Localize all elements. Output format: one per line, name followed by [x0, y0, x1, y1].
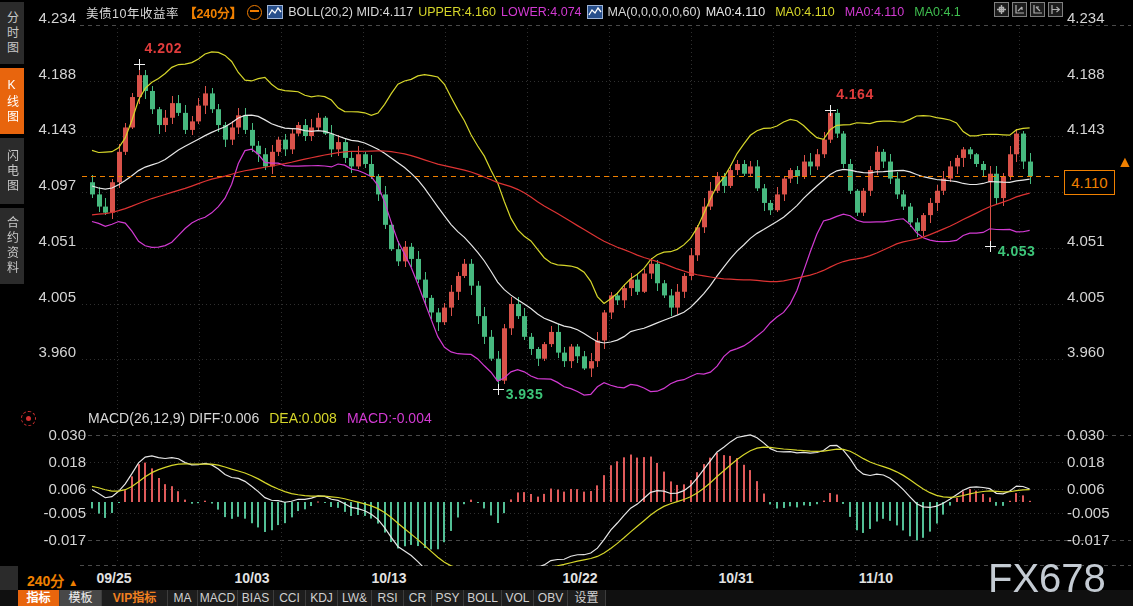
tab-KDJ[interactable]: KDJ [306, 590, 338, 606]
tab-BIAS[interactable]: BIAS [238, 590, 274, 606]
tab-RSI[interactable]: RSI [372, 590, 404, 606]
macd-panel-icon[interactable] [21, 411, 36, 426]
date-label: 10/13 [371, 570, 406, 586]
boll-lower-value: LOWER:4.074 [501, 5, 582, 19]
tab-LW&[interactable]: LW& [338, 590, 372, 606]
macd-label-right: 0.006 [1067, 481, 1113, 496]
macd-label-left: 0.006 [30, 481, 86, 496]
dea-value: DEA:0.008 [269, 410, 337, 426]
price-label-right: 4.143 [1067, 121, 1113, 136]
tab-MACD[interactable]: MACD [198, 590, 238, 606]
tab-VOL[interactable]: VOL [502, 590, 534, 606]
macd-value: MACD:-0.004 [347, 410, 432, 426]
tab-OBV[interactable]: OBV [534, 590, 568, 606]
ma-value: MA0:4.1 [914, 5, 961, 19]
price-marker-triangle[interactable]: ▲ [1117, 153, 1133, 171]
indicator-tabs: 指标模板VIP指标MAMACDBIASCCIKDJLW&RSICRPSYBOLL… [0, 590, 1133, 606]
macd-params: MACD(26,12,9) DIFF:0.006 [88, 410, 259, 426]
date-label: 11/10 [859, 570, 893, 586]
indicator-toolbar: 美债10年收益率 【240分】 BOLL(20,2) MID:4.117 UPP… [86, 3, 961, 21]
date-label: 10/31 [718, 570, 753, 586]
price-label-left: 4.097 [30, 177, 76, 192]
macd-label-left: 0.018 [30, 454, 86, 469]
price-label-left: 4.188 [30, 66, 76, 81]
macd-label-left: -0.005 [30, 505, 86, 520]
tab-设置[interactable]: 设置 [568, 590, 606, 606]
macd-label-left: -0.017 [30, 532, 86, 547]
boll-chart-icon[interactable] [267, 5, 283, 19]
collapse-indicator-icon[interactable] [247, 5, 262, 20]
price-label-right: 4.051 [1067, 233, 1113, 248]
macd-label-right: 0.018 [1067, 454, 1113, 469]
sidebar-item-contract-info[interactable]: 合约资料 [0, 208, 24, 284]
tab-CCI[interactable]: CCI [274, 590, 306, 606]
period-selector[interactable]: 240分 ▲ [27, 570, 78, 590]
date-axis: 240分 ▲ 09/25 10/03 10/13 10/22 10/31 11/10 [0, 566, 1133, 590]
swing-high-label: 4.202 [145, 40, 183, 56]
boll-label: BOLL(20,2) MID:4.117 [288, 5, 413, 19]
price-label-right: 4.188 [1067, 66, 1113, 81]
pan-right-icon[interactable] [1048, 2, 1063, 17]
price-label-left: 4.005 [30, 289, 76, 304]
ma-label: MA(0,0,0,0,0,60) [608, 5, 701, 19]
tab-指标[interactable]: 指标 [18, 590, 60, 606]
swing-low-label: 3.935 [506, 386, 544, 402]
macd-label-right: 0.030 [1067, 427, 1113, 442]
sidebar-item-flash[interactable]: 闪电图 [0, 138, 24, 204]
date-label: 10/03 [234, 570, 269, 586]
price-label-right: 4.005 [1067, 289, 1113, 304]
ma-value: MA0:4.110 [706, 5, 766, 19]
macd-label-right: -0.005 [1067, 505, 1113, 520]
macd-label-right: -0.017 [1067, 532, 1113, 547]
tab-CR[interactable]: CR [404, 590, 432, 606]
price-label-left: 4.234 [30, 10, 76, 25]
swing-low-label: 4.053 [998, 243, 1036, 259]
ma-chart-icon[interactable] [587, 5, 603, 19]
ma-values: MA0:4.110 MA0:4.110 MA0:4.110 MA0:4.1 [706, 5, 961, 19]
boll-upper-value: UPPER:4.160 [418, 5, 496, 19]
crosshair-icon[interactable] [994, 2, 1009, 17]
chart-tool-icons [994, 2, 1063, 17]
candlestick-chart[interactable] [0, 0, 1133, 606]
sidebar-item-kline[interactable]: K线图 [0, 68, 24, 134]
symbol-title: 美债10年收益率 [86, 3, 179, 22]
watermark: FX678 [988, 556, 1106, 601]
price-label-right: 3.960 [1067, 344, 1113, 359]
price-label-left: 4.143 [30, 121, 76, 136]
ma-value: MA0:4.110 [775, 5, 835, 19]
swing-high-label: 4.164 [836, 86, 874, 102]
current-price-tag: 4.110 [1064, 170, 1115, 195]
price-label-left: 4.051 [30, 233, 76, 248]
macd-header: MACD(26,12,9) DIFF:0.006 DEA:0.008 MACD:… [88, 410, 432, 426]
zoom-out-icon[interactable] [1030, 2, 1045, 17]
tab-VIP指标[interactable]: VIP指标 [102, 590, 168, 606]
sidebar-item-timeline[interactable]: 分时图 [0, 2, 24, 64]
period-badge[interactable]: 【240分】 [184, 3, 242, 22]
date-label: 10/22 [562, 570, 597, 586]
zoom-in-icon[interactable] [1012, 2, 1027, 17]
price-label-left: 3.960 [30, 344, 76, 359]
tab-PSY[interactable]: PSY [432, 590, 464, 606]
price-label-right: 4.234 [1067, 10, 1113, 25]
tab-模板[interactable]: 模板 [60, 590, 102, 606]
date-label: 09/25 [96, 570, 131, 586]
macd-label-left: 0.030 [30, 427, 86, 442]
tab-BOLL[interactable]: BOLL [464, 590, 502, 606]
tab-MA[interactable]: MA [168, 590, 198, 606]
chart-window: 美债10年收益率 【240分】 BOLL(20,2) MID:4.117 UPP… [0, 0, 1133, 606]
ma-value: MA0:4.110 [845, 5, 905, 19]
